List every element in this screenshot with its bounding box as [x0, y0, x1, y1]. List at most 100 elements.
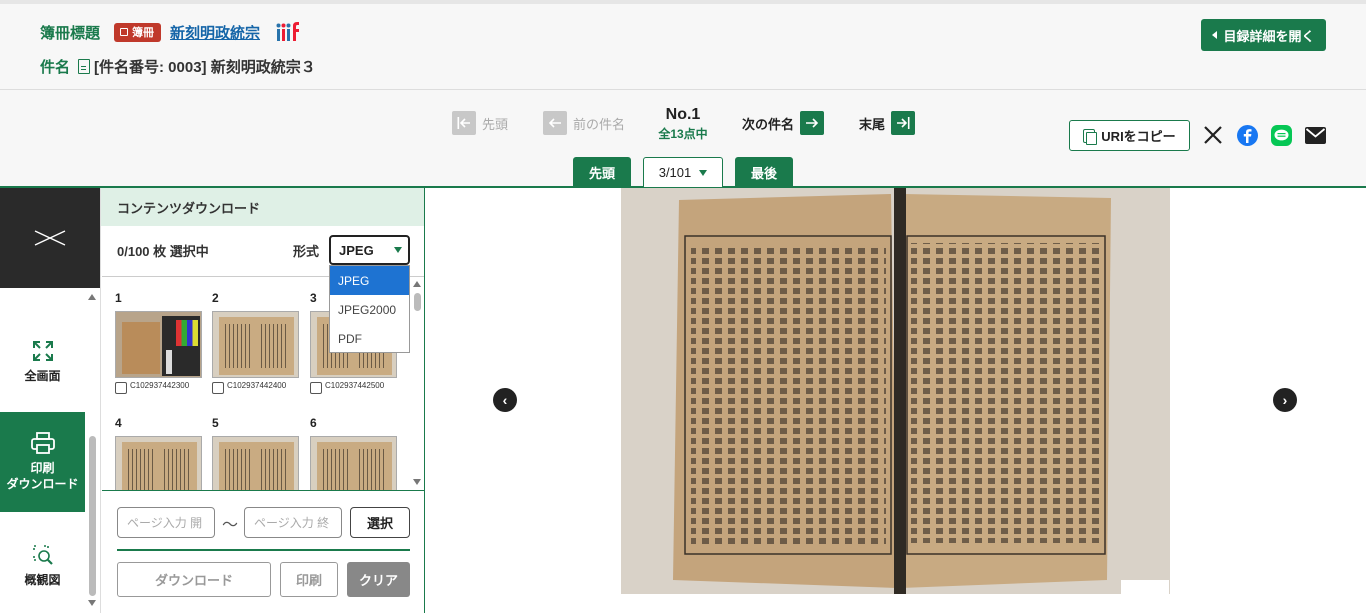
- thumbnail-image[interactable]: [115, 311, 202, 378]
- format-select-value: JPEG: [339, 242, 374, 258]
- select-range-button[interactable]: 選択: [350, 507, 410, 538]
- next-item-label: 次の件名: [742, 116, 795, 132]
- chevron-down-icon: [699, 169, 708, 176]
- thumbnail-number: 4: [115, 416, 122, 430]
- expand-icon: [32, 340, 53, 361]
- mail-share-icon[interactable]: [1304, 124, 1326, 146]
- item-position: No.1 全13点中: [648, 106, 718, 142]
- previous-item-button[interactable]: 前の件名: [543, 111, 625, 135]
- thumbnail-item[interactable]: 1 C102937442300: [115, 291, 205, 394]
- close-panel-button[interactable]: [0, 188, 100, 288]
- thumbnail-image[interactable]: [212, 436, 299, 490]
- document-icon: [78, 58, 91, 74]
- open-catalog-details-label: 目録詳細を開く: [1223, 28, 1315, 44]
- left-toolbar: 全画面 印刷ダウンロード 概観図: [0, 188, 100, 613]
- thumbnail-item[interactable]: 2 C102937442400: [212, 291, 302, 394]
- page-select-value: 3/101: [658, 165, 692, 180]
- thumbnail-image[interactable]: [212, 311, 299, 378]
- thumbnail-number: 1: [115, 291, 122, 305]
- format-option-pdf[interactable]: PDF: [330, 324, 409, 353]
- scroll-up-icon[interactable]: [88, 294, 96, 300]
- scroll-down-icon[interactable]: [413, 479, 421, 485]
- first-icon: [452, 111, 476, 135]
- sidebar-scrollbar[interactable]: [87, 288, 99, 613]
- thumbnail-item[interactable]: 4: [115, 416, 205, 490]
- page-last-button[interactable]: 最後: [735, 157, 793, 187]
- thumbnail-number: 2: [212, 291, 219, 305]
- line-share-icon[interactable]: [1270, 124, 1292, 146]
- scroll-down-icon[interactable]: [88, 600, 96, 606]
- page-first-button[interactable]: 先頭: [573, 157, 631, 187]
- fullscreen-button[interactable]: 全画面: [0, 312, 85, 412]
- thumbnail-scrollbar[interactable]: [412, 277, 424, 490]
- thumbnail-image[interactable]: [310, 436, 397, 490]
- thumbnail-checkbox[interactable]: [310, 382, 322, 394]
- overview-button[interactable]: 概観図: [0, 516, 85, 613]
- copy-uri-button[interactable]: URIをコピー: [1069, 120, 1190, 151]
- fullscreen-label: 全画面: [24, 368, 61, 383]
- overview-search-icon: [32, 545, 53, 565]
- print-button[interactable]: 印刷: [280, 562, 338, 597]
- first-item-button[interactable]: 先頭: [452, 111, 508, 135]
- thumbnail-scrollbar-thumb[interactable]: [414, 293, 421, 311]
- header: 簿冊標題 簿冊 新刻明政統宗 件名 [件名番号: 0003] 新刻明政統宗３ 目…: [0, 0, 1366, 90]
- total-items: 全13点中: [658, 127, 708, 141]
- first-item-label: 先頭: [482, 116, 509, 132]
- format-dropdown: JPEG JPEG2000 PDF: [329, 265, 410, 353]
- selected-count: 0/100 枚 選択中: [117, 244, 209, 259]
- print-label-line2: ダウンロード: [6, 477, 79, 491]
- previous-page-button[interactable]: ‹: [493, 388, 517, 412]
- print-label-line1: 印刷: [30, 460, 55, 475]
- book-page-image[interactable]: [621, 188, 1170, 594]
- triangle-left-icon: [1212, 31, 1218, 39]
- item-title: [件名番号: 0003] 新刻明政統宗３: [78, 56, 316, 77]
- print-download-label: 印刷 ダウンロード: [6, 460, 78, 492]
- image-viewer: ‹ ›: [425, 188, 1366, 613]
- facebook-share-icon[interactable]: [1236, 124, 1258, 146]
- item-title-text: [件名番号: 0003] 新刻明政統宗３: [94, 58, 316, 76]
- iiif-icon[interactable]: [276, 21, 300, 43]
- navigation-bar: 先頭 前の件名 No.1 全13点中 次の件名 末尾 先頭 3/101 最後 U…: [0, 90, 1366, 188]
- open-catalog-details-button[interactable]: 目録詳細を開く: [1201, 19, 1326, 51]
- volume-badge: 簿冊: [114, 22, 162, 42]
- thumbnail-caption: C102937442500: [325, 381, 385, 390]
- thumbnail-caption-row: C102937442400: [212, 381, 302, 394]
- volume-row: 簿冊標題 簿冊 新刻明政統宗: [40, 21, 300, 43]
- sidebar-scrollbar-thumb[interactable]: [89, 436, 96, 596]
- thumbnail-caption-row: C102937442300: [115, 381, 205, 394]
- thumbnail-number: 5: [212, 416, 219, 430]
- range-start-input[interactable]: ページ入力 開: [117, 507, 215, 538]
- page-select[interactable]: 3/101: [643, 157, 723, 187]
- item-row: 件名 [件名番号: 0003] 新刻明政統宗３: [40, 55, 316, 77]
- thumbnail-item[interactable]: 5: [212, 416, 302, 490]
- thumbnail-checkbox[interactable]: [212, 382, 224, 394]
- overview-label: 概観図: [24, 572, 61, 587]
- volume-label: 簿冊標題: [40, 24, 101, 42]
- clear-button[interactable]: クリア: [347, 562, 410, 597]
- thumbnail-number: 6: [310, 416, 317, 430]
- last-item-label: 末尾: [859, 116, 886, 132]
- thumbnail-image[interactable]: [115, 436, 202, 490]
- panel-title: コンテンツダウンロード: [101, 188, 424, 226]
- format-option-jpeg2000[interactable]: JPEG2000: [330, 295, 409, 324]
- print-download-button[interactable]: 印刷 ダウンロード: [0, 412, 85, 512]
- scroll-up-icon[interactable]: [413, 281, 421, 287]
- thumbnail-checkbox[interactable]: [115, 382, 127, 394]
- download-button[interactable]: ダウンロード: [117, 562, 271, 597]
- format-option-jpeg[interactable]: JPEG: [330, 266, 409, 295]
- last-item-button[interactable]: 末尾: [859, 111, 916, 135]
- close-icon: [34, 230, 66, 246]
- range-end-input[interactable]: ページ入力 終: [244, 507, 342, 538]
- thumbnail-caption: C102937442400: [227, 381, 287, 390]
- next-page-button[interactable]: ›: [1273, 388, 1297, 412]
- volume-title-link[interactable]: 新刻明政統宗: [170, 22, 260, 43]
- thumbnail-caption-row: C102937442500: [310, 381, 400, 394]
- copy-icon: [1083, 128, 1098, 145]
- arrow-right-icon: [800, 111, 825, 135]
- x-share-icon[interactable]: [1202, 124, 1224, 146]
- format-select[interactable]: JPEG: [329, 235, 410, 265]
- next-item-button[interactable]: 次の件名: [742, 111, 825, 135]
- thumbnail-item[interactable]: 6: [310, 416, 400, 490]
- content-download-panel: コンテンツダウンロード 0/100 枚 選択中 形式 JPEG JPEG JPE…: [100, 188, 425, 613]
- volume-badge-label: 簿冊: [132, 27, 155, 39]
